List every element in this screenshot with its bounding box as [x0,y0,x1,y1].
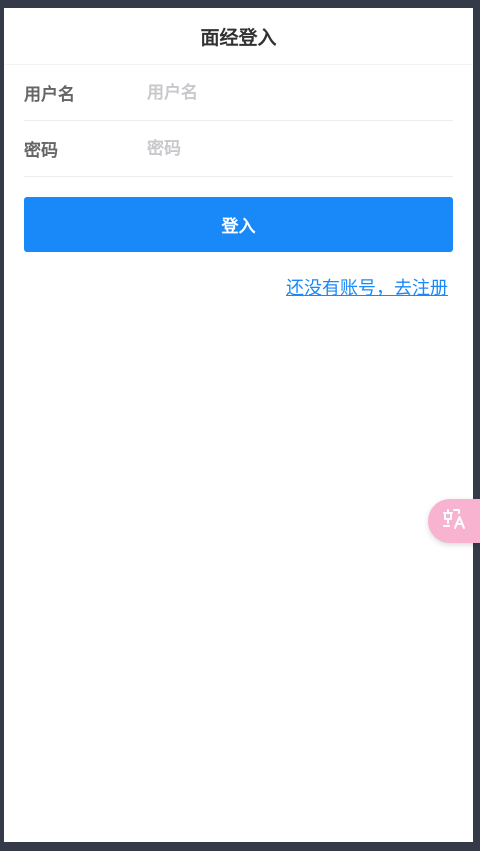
app-screen: 面经登入 用户名 密码 登入 还没有账号，去注册 [4,8,473,842]
translate-button[interactable] [428,499,480,543]
translate-icon [442,507,466,535]
password-field: 密码 [24,121,453,177]
register-link[interactable]: 还没有账号，去注册 [4,274,448,300]
login-button[interactable]: 登入 [24,197,453,252]
username-field: 用户名 [24,65,453,121]
login-form: 用户名 密码 [4,65,473,177]
password-label: 密码 [24,141,58,161]
username-label: 用户名 [24,85,75,105]
username-input[interactable] [147,82,453,103]
password-input[interactable] [147,138,453,159]
page-title: 面经登入 [200,26,277,49]
nav-bar: 面经登入 [4,8,473,65]
